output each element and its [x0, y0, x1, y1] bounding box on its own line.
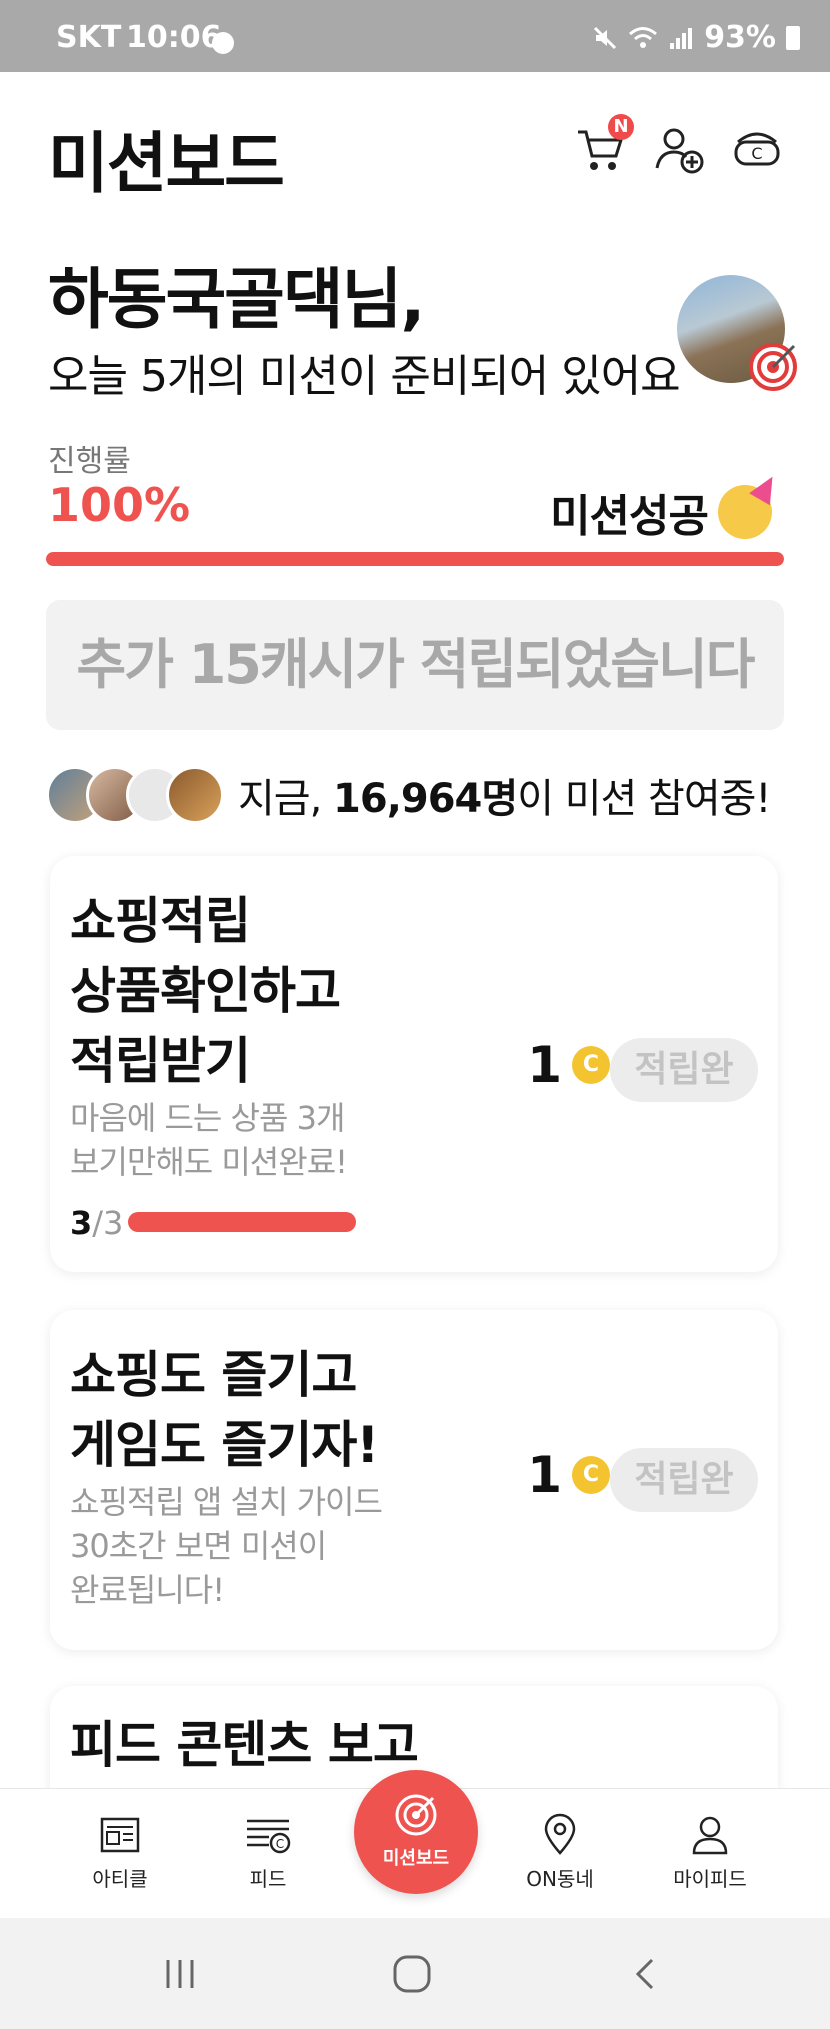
progress-percent: 100%	[48, 478, 191, 532]
mission-card[interactable]: 쇼핑도 즐기고 게임도 즐기자! 쇼핑적립 앱 설치 가이드 30초간 보면 미…	[50, 1310, 778, 1650]
participants-row: 지금, 16,964명이 미션 참여중!	[46, 765, 771, 825]
mission-title: 피드 콘텐츠 보고	[70, 1716, 419, 1774]
system-nav-bar	[0, 1918, 830, 2029]
nav-label: 마이피드	[673, 1867, 747, 1891]
back-icon[interactable]	[626, 1954, 666, 1994]
feed-icon: C	[247, 1819, 291, 1854]
mission-title: 쇼핑적립 상품확인하고 적립받기	[70, 892, 341, 1090]
greeting-subtitle: 오늘 5개의 미션이 준비되어 있어요	[48, 351, 681, 402]
nav-label: 아티클	[92, 1867, 148, 1891]
nav-item-feed[interactable]: C 피드	[208, 1813, 328, 1892]
article-icon	[100, 1817, 140, 1853]
mission-card[interactable]: 쇼핑적립 상품확인하고 적립받기 마음에 드는 상품 3개 보기만해도 미션완료…	[50, 856, 778, 1272]
mission-progress-bar	[128, 1212, 356, 1232]
carrier-label: SKT	[56, 20, 122, 55]
nav-label: 피드	[249, 1867, 287, 1891]
target-icon	[395, 1794, 437, 1836]
status-icons: 93%	[592, 20, 800, 55]
add-friend-icon	[655, 128, 704, 174]
mute-icon	[594, 26, 617, 49]
home-icon[interactable]	[390, 1952, 434, 1996]
reward-notice: 추가 15캐시가 적립되었습니다	[46, 600, 784, 730]
cart-badge: N	[608, 114, 634, 140]
signal-icon	[670, 27, 693, 49]
cart-button[interactable]: N	[574, 114, 634, 176]
profile-icon	[692, 1816, 728, 1855]
coin-icon: C	[572, 1046, 610, 1084]
target-icon	[749, 343, 797, 391]
nav-label: ON동네	[526, 1867, 594, 1891]
nav-item-article[interactable]: 아티클	[60, 1813, 180, 1892]
reward-claimed-button[interactable]: 적립완	[610, 1448, 758, 1512]
status-bar: SKT 10:06 93%	[0, 0, 830, 72]
mission-reward: 1 C	[527, 1036, 610, 1094]
battery-percent: 93%	[704, 20, 776, 55]
mission-description: 쇼핑적립 앱 설치 가이드 30초간 보면 미션이 완료됩니다!	[70, 1483, 383, 1609]
mission-success: 미션성공	[550, 480, 772, 544]
participants-count: 16,964명	[333, 776, 518, 822]
reward-claimed-button[interactable]: 적립완	[610, 1038, 758, 1102]
nav-label: 미션보드	[382, 1848, 450, 1869]
location-pin-icon	[544, 1813, 576, 1855]
nav-item-myfeed[interactable]: 마이피드	[650, 1813, 770, 1892]
svg-text:C: C	[276, 1837, 284, 1851]
reward-amount: 1	[527, 1036, 562, 1094]
mission-title: 쇼핑도 즐기고 게임도 즐기자!	[70, 1346, 379, 1474]
recent-apps-icon[interactable]	[160, 1954, 200, 1994]
participant-avatar	[166, 766, 224, 824]
mission-progress-count: 3/3	[70, 1204, 124, 1242]
progress-bar	[46, 552, 784, 566]
cash-icon: C	[734, 132, 780, 166]
svg-text:C: C	[751, 144, 762, 163]
progress-bar-fill	[46, 552, 784, 566]
mission-description: 마음에 드는 상품 3개 보기만해도 미션완료!	[70, 1099, 348, 1181]
participants-text: 지금, 16,964명이 미션 참여중!	[238, 776, 771, 822]
add-friend-button[interactable]	[652, 122, 706, 176]
party-face-icon	[718, 485, 772, 539]
nav-item-neighborhood[interactable]: ON동네	[500, 1813, 620, 1892]
nav-item-missionboard[interactable]: 미션보드	[354, 1770, 478, 1894]
mission-success-label: 미션성공	[550, 491, 709, 542]
greeting-name: 하동국골댁님,	[48, 261, 425, 338]
wifi-icon	[629, 26, 658, 48]
reward-amount: 1	[527, 1446, 562, 1504]
notification-dot-icon	[212, 32, 234, 54]
mission-reward: 1 C	[527, 1446, 610, 1504]
progress-label: 진행률	[48, 444, 131, 479]
coin-icon: C	[572, 1456, 610, 1494]
battery-icon	[786, 25, 800, 50]
cash-button[interactable]: C	[730, 122, 784, 176]
page-title: 미션보드	[48, 125, 285, 202]
clock: 10:06	[126, 20, 222, 55]
